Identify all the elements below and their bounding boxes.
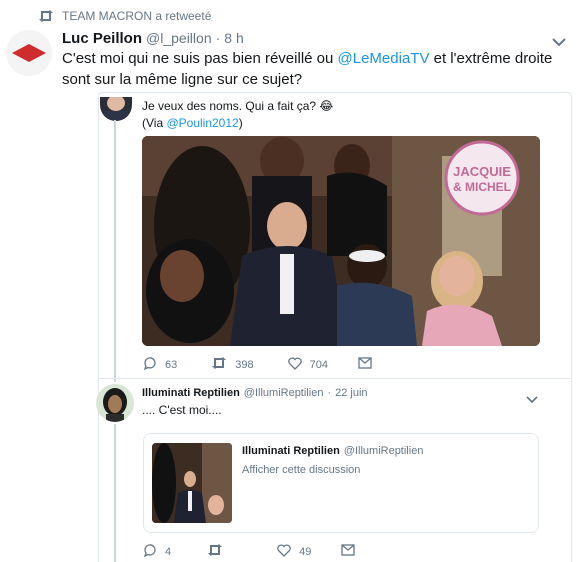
reply-header: Illuminati Reptilien @IllumiReptilien · … <box>142 387 368 399</box>
reply-icon <box>143 543 165 560</box>
retweet-icon <box>211 356 235 373</box>
quoted-header: Illuminati Reptilien @IllumiReptilien <box>242 445 423 457</box>
retweet-count: 398 <box>235 358 254 371</box>
message-action-2[interactable] <box>341 544 363 559</box>
retweet-icon <box>38 9 54 23</box>
thread-line-2 <box>114 424 116 562</box>
retweet-action-2[interactable] <box>207 543 231 560</box>
like-icon <box>277 543 299 560</box>
embedded-tweet-line1: Je veux des noms. Qui a fait ça? 😂 <box>142 99 334 113</box>
via-prefix: (Via <box>142 116 167 130</box>
reply-display-name[interactable]: Illuminati Reptilien <box>142 387 240 399</box>
tweet-text: C'est moi qui ne suis pas bien réveillé … <box>62 48 572 90</box>
message-action[interactable] <box>358 357 380 372</box>
like-icon <box>287 356 310 373</box>
quoted-text[interactable]: Afficher cette discussion <box>242 464 360 476</box>
tweet-time[interactable]: 8 h <box>224 30 243 46</box>
retweet-banner-text[interactable]: TEAM MACRON a retweeté <box>62 9 211 23</box>
embedded-actions: 63 398 704 <box>143 356 406 373</box>
quoted-tweet[interactable]: Illuminati Reptilien @IllumiReptilien Af… <box>143 433 539 533</box>
quoted-thumbnail[interactable] <box>152 443 232 523</box>
separator: · <box>215 30 221 46</box>
like-count-2: 49 <box>299 545 312 558</box>
display-name[interactable]: Luc Peillon <box>62 30 142 47</box>
reply-icon <box>143 356 165 373</box>
reply-handle[interactable]: @IllumiReptilien <box>244 387 324 399</box>
watermark-text: JACQUIE <box>453 164 511 179</box>
reply-separator: · <box>327 387 332 399</box>
message-icon <box>341 544 363 559</box>
reply-count: 63 <box>165 358 178 371</box>
reply-text: .... C'est moi.... <box>142 403 222 417</box>
divider <box>99 378 571 379</box>
reply-date[interactable]: 22 juin <box>335 387 367 399</box>
reply-count-2: 4 <box>165 545 172 558</box>
embedded-tweet-via: (Via @Poulin2012) <box>142 115 333 132</box>
like-count: 704 <box>309 358 328 371</box>
like-action[interactable]: 704 <box>287 356 328 373</box>
tweet-photo[interactable]: JACQUIE & MICHEL <box>142 136 540 346</box>
tweet-header: Luc Peillon @l_peillon · 8 h <box>62 30 244 47</box>
retweet-icon <box>207 543 231 560</box>
tweet-text-part1: C'est moi qui ne suis pas bien réveillé … <box>62 50 338 67</box>
watermark-text-2: & MICHEL <box>453 180 511 194</box>
via-mention[interactable]: @Poulin2012 <box>166 116 238 130</box>
thread-line <box>114 120 116 382</box>
chevron-down-icon[interactable] <box>552 34 566 47</box>
mention-link[interactable]: @LeMediaTV <box>338 50 430 67</box>
reply-action[interactable]: 63 <box>143 356 177 373</box>
quoted-display-name[interactable]: Illuminati Reptilien <box>242 445 340 457</box>
reply-avatar[interactable] <box>96 384 134 422</box>
like-action-2[interactable]: 49 <box>277 543 312 560</box>
quoted-handle[interactable]: @IllumiReptilien <box>344 445 424 457</box>
retweet-banner: TEAM MACRON a retweeté <box>38 8 211 24</box>
reply-action-2[interactable]: 4 <box>143 543 171 560</box>
retweet-action[interactable]: 398 <box>211 356 254 373</box>
reply-actions: 4 49 <box>143 543 389 560</box>
avatar[interactable] <box>6 30 52 76</box>
message-icon <box>358 357 380 372</box>
via-suffix: ) <box>238 116 243 130</box>
embedded-tweet-text: Je veux des noms. Qui a fait ça? 😂 (Via … <box>142 98 333 132</box>
handle[interactable]: @l_peillon <box>146 30 212 46</box>
chevron-down-icon[interactable] <box>526 391 538 404</box>
